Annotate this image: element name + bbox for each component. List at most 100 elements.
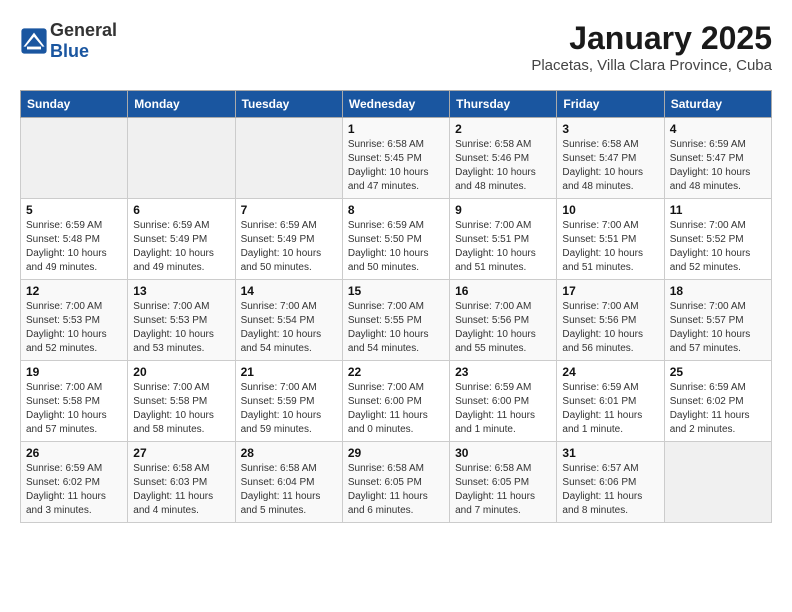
day-number: 3 — [562, 122, 658, 136]
day-number: 13 — [133, 284, 229, 298]
day-number: 16 — [455, 284, 551, 298]
day-number: 26 — [26, 446, 122, 460]
calendar-cell: 23Sunrise: 6:59 AM Sunset: 6:00 PM Dayli… — [450, 361, 557, 442]
day-detail: Sunrise: 6:58 AM Sunset: 5:45 PM Dayligh… — [348, 138, 444, 194]
day-number: 21 — [241, 365, 337, 379]
day-detail: Sunrise: 7:00 AM Sunset: 5:56 PM Dayligh… — [455, 300, 551, 356]
calendar-cell: 15 Sunrise: 7:00 AM Sunset: 5:55 PM Dayli… — [342, 280, 449, 361]
calendar-cell: 20 Sunrise: 7:00 AM Sunset: 5:58 PM Dayli… — [128, 361, 235, 442]
day-detail: Sunrise: 6:57 AM Sunset: 6:06 PM Dayligh… — [562, 462, 658, 518]
day-number: 24 — [562, 365, 658, 379]
calendar-cell: 17 Sunrise: 7:00 AM Sunset: 5:56 PM Dayli… — [557, 280, 664, 361]
day-number: 8 — [348, 203, 444, 217]
calendar-cell: 11Sunrise: 7:00 AM Sunset: 5:52 PM Dayli… — [664, 199, 771, 280]
day-detail: Sunrise: 6:58 AM Sunset: 6:05 PM Dayligh… — [348, 462, 444, 518]
week-row: 5 Sunrise: 6:59 AM Sunset: 5:48 PM Daylig… — [21, 199, 772, 280]
day-detail: Sunrise: 6:59 AM Sunset: 5:47 PM Dayligh… — [670, 138, 766, 194]
calendar-cell: 8 Sunrise: 6:59 AM Sunset: 5:50 PM Daylig… — [342, 199, 449, 280]
day-detail: Sunrise: 6:58 AM Sunset: 5:46 PM Dayligh… — [455, 138, 551, 194]
day-detail: Sunrise: 7:00 AM Sunset: 5:53 PM Dayligh… — [133, 300, 229, 356]
calendar-cell: 21 Sunrise: 7:00 AM Sunset: 5:59 PM Dayli… — [235, 361, 342, 442]
day-number: 10 — [562, 203, 658, 217]
calendar-cell: 7Sunrise: 6:59 AM Sunset: 5:49 PM Daylig… — [235, 199, 342, 280]
calendar-cell: 29Sunrise: 6:58 AM Sunset: 6:05 PM Dayli… — [342, 442, 449, 523]
logo: General Blue — [20, 20, 117, 62]
week-row: 19 Sunrise: 7:00 AM Sunset: 5:58 PM Dayli… — [21, 361, 772, 442]
day-number: 20 — [133, 365, 229, 379]
weekday-header: Thursday — [450, 91, 557, 118]
logo-icon — [20, 27, 48, 55]
calendar-cell: 5 Sunrise: 6:59 AM Sunset: 5:48 PM Daylig… — [21, 199, 128, 280]
day-detail: Sunrise: 7:00 AM Sunset: 5:51 PM Dayligh… — [562, 219, 658, 275]
calendar-cell: 1Sunrise: 6:58 AM Sunset: 5:45 PM Daylig… — [342, 118, 449, 199]
calendar-cell — [664, 442, 771, 523]
calendar-cell: 19Sunrise: 7:00 AM Sunset: 5:58 PM Dayli… — [21, 361, 128, 442]
calendar-cell: 27 Sunrise: 6:58 AM Sunset: 6:03 PM Dayli… — [128, 442, 235, 523]
weekday-header: Sunday — [21, 91, 128, 118]
calendar-cell: 31 Sunrise: 6:57 AM Sunset: 6:06 PM Dayli… — [557, 442, 664, 523]
day-detail: Sunrise: 7:00 AM Sunset: 5:58 PM Dayligh… — [133, 381, 229, 437]
day-detail: Sunrise: 7:00 AM Sunset: 5:52 PM Dayligh… — [670, 219, 766, 275]
day-number: 27 — [133, 446, 229, 460]
day-detail: Sunrise: 6:59 AM Sunset: 6:00 PM Dayligh… — [455, 381, 551, 437]
page-subtitle: Placetas, Villa Clara Province, Cuba — [531, 57, 772, 74]
day-detail: Sunrise: 7:00 AM Sunset: 5:55 PM Dayligh… — [348, 300, 444, 356]
weekday-header: Friday — [557, 91, 664, 118]
calendar-cell: 16 Sunrise: 7:00 AM Sunset: 5:56 PM Dayli… — [450, 280, 557, 361]
day-detail: Sunrise: 7:00 AM Sunset: 5:57 PM Dayligh… — [670, 300, 766, 356]
page-title: January 2025 — [531, 20, 772, 57]
logo-general: General — [50, 20, 117, 40]
weekday-header: Monday — [128, 91, 235, 118]
calendar-cell: 14Sunrise: 7:00 AM Sunset: 5:54 PM Dayli… — [235, 280, 342, 361]
calendar-cell: 26Sunrise: 6:59 AM Sunset: 6:02 PM Dayli… — [21, 442, 128, 523]
calendar-cell: 10 Sunrise: 7:00 AM Sunset: 5:51 PM Dayli… — [557, 199, 664, 280]
calendar-cell — [235, 118, 342, 199]
calendar-cell — [128, 118, 235, 199]
day-number: 18 — [670, 284, 766, 298]
day-detail: Sunrise: 6:58 AM Sunset: 6:05 PM Dayligh… — [455, 462, 551, 518]
day-number: 9 — [455, 203, 551, 217]
header-row: SundayMondayTuesdayWednesdayThursdayFrid… — [21, 91, 772, 118]
calendar-cell: 9 Sunrise: 7:00 AM Sunset: 5:51 PM Daylig… — [450, 199, 557, 280]
day-detail: Sunrise: 7:00 AM Sunset: 5:56 PM Dayligh… — [562, 300, 658, 356]
day-number: 5 — [26, 203, 122, 217]
day-detail: Sunrise: 6:58 AM Sunset: 5:47 PM Dayligh… — [562, 138, 658, 194]
week-row: 26Sunrise: 6:59 AM Sunset: 6:02 PM Dayli… — [21, 442, 772, 523]
day-number: 22 — [348, 365, 444, 379]
day-detail: Sunrise: 6:59 AM Sunset: 5:49 PM Dayligh… — [133, 219, 229, 275]
day-number: 15 — [348, 284, 444, 298]
day-detail: Sunrise: 6:59 AM Sunset: 6:02 PM Dayligh… — [670, 381, 766, 437]
calendar-cell: 22Sunrise: 7:00 AM Sunset: 6:00 PM Dayli… — [342, 361, 449, 442]
calendar-table: SundayMondayTuesdayWednesdayThursdayFrid… — [20, 90, 772, 523]
day-detail: Sunrise: 6:59 AM Sunset: 5:49 PM Dayligh… — [241, 219, 337, 275]
day-detail: Sunrise: 7:00 AM Sunset: 5:53 PM Dayligh… — [26, 300, 122, 356]
day-number: 6 — [133, 203, 229, 217]
day-number: 31 — [562, 446, 658, 460]
day-detail: Sunrise: 6:58 AM Sunset: 6:03 PM Dayligh… — [133, 462, 229, 518]
title-block: January 2025 Placetas, Villa Clara Provi… — [531, 20, 772, 74]
day-detail: Sunrise: 6:59 AM Sunset: 5:50 PM Dayligh… — [348, 219, 444, 275]
calendar-cell: 13 Sunrise: 7:00 AM Sunset: 5:53 PM Dayli… — [128, 280, 235, 361]
day-number: 30 — [455, 446, 551, 460]
page-header: General Blue January 2025 Placetas, Vill… — [20, 20, 772, 74]
calendar-cell: 25 Sunrise: 6:59 AM Sunset: 6:02 PM Dayli… — [664, 361, 771, 442]
day-number: 14 — [241, 284, 337, 298]
day-number: 4 — [670, 122, 766, 136]
day-detail: Sunrise: 7:00 AM Sunset: 5:59 PM Dayligh… — [241, 381, 337, 437]
day-number: 17 — [562, 284, 658, 298]
day-detail: Sunrise: 7:00 AM Sunset: 5:51 PM Dayligh… — [455, 219, 551, 275]
week-row: 12 Sunrise: 7:00 AM Sunset: 5:53 PM Dayli… — [21, 280, 772, 361]
calendar-cell: 18 Sunrise: 7:00 AM Sunset: 5:57 PM Dayli… — [664, 280, 771, 361]
day-detail: Sunrise: 6:59 AM Sunset: 5:48 PM Dayligh… — [26, 219, 122, 275]
calendar-cell: 12 Sunrise: 7:00 AM Sunset: 5:53 PM Dayli… — [21, 280, 128, 361]
calendar-cell: 30 Sunrise: 6:58 AM Sunset: 6:05 PM Dayli… — [450, 442, 557, 523]
weekday-header: Wednesday — [342, 91, 449, 118]
calendar-cell: 28Sunrise: 6:58 AM Sunset: 6:04 PM Dayli… — [235, 442, 342, 523]
calendar-cell: 3 Sunrise: 6:58 AM Sunset: 5:47 PM Daylig… — [557, 118, 664, 199]
day-detail: Sunrise: 6:58 AM Sunset: 6:04 PM Dayligh… — [241, 462, 337, 518]
day-number: 25 — [670, 365, 766, 379]
day-number: 19 — [26, 365, 122, 379]
day-number: 12 — [26, 284, 122, 298]
calendar-cell: 2Sunrise: 6:58 AM Sunset: 5:46 PM Daylig… — [450, 118, 557, 199]
calendar-cell: 4 Sunrise: 6:59 AM Sunset: 5:47 PM Daylig… — [664, 118, 771, 199]
